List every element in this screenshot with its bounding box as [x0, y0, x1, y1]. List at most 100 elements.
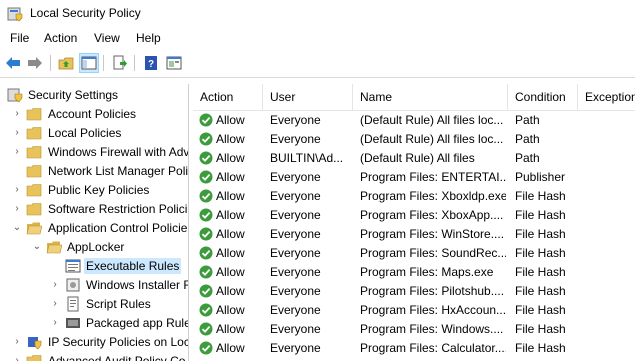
back-icon [6, 57, 20, 69]
toolbar-separator [50, 55, 51, 71]
chevron-right-icon[interactable]: › [12, 184, 22, 196]
table-row[interactable]: Allow Everyone Program Files: XboxApp.... F… [193, 206, 635, 225]
forward-button[interactable] [25, 53, 45, 73]
tree-item-application-control[interactable]: ⌄ Application Control Policie [0, 219, 188, 237]
condition-cell: File Hash [515, 208, 566, 222]
name-cell: Program Files: Maps.exe [360, 265, 494, 279]
name-cell: Program Files: XboxApp.... [360, 208, 504, 222]
table-row[interactable]: Allow Everyone Program Files: ENTERTAI... P… [193, 168, 635, 187]
table-row[interactable]: Allow Everyone Program Files: Xboxldp.exe F… [193, 187, 635, 206]
user-cell: Everyone [270, 246, 321, 260]
table-row[interactable]: Allow Everyone Program Files: Calculator..… [193, 339, 635, 358]
column-header-user[interactable]: User [263, 84, 353, 110]
tree-label: Security Settings [28, 88, 119, 102]
allow-check-icon [199, 303, 213, 317]
tree-item-windows-installer-rules[interactable]: › Windows Installer R [0, 276, 188, 294]
table-row[interactable]: Allow Everyone Program Files: SoundRec....… [193, 244, 635, 263]
column-header-name[interactable]: Name [353, 84, 508, 110]
folder-icon [26, 355, 42, 361]
action-cell: Allow [216, 227, 245, 241]
tree-item-ip-security-policies[interactable]: › IP Security Policies on Loc [0, 333, 188, 351]
user-cell: Everyone [270, 265, 321, 279]
tree-label: Local Policies [48, 126, 122, 140]
chevron-right-icon[interactable]: › [50, 279, 60, 291]
condition-cell: File Hash [515, 265, 566, 279]
action-cell: Allow [216, 132, 245, 146]
chevron-right-icon[interactable]: › [12, 108, 22, 120]
tree-item-local-policies[interactable]: › Local Policies [0, 124, 188, 142]
menu-view[interactable]: View [94, 31, 120, 45]
chevron-down-icon[interactable]: ⌄ [32, 241, 42, 253]
menu-file[interactable]: File [10, 31, 29, 45]
tree-item-advanced-audit-policy[interactable]: › Advanced Audit Policy Co [0, 352, 188, 361]
back-button[interactable] [3, 53, 23, 73]
chevron-right-icon[interactable]: › [50, 298, 60, 310]
chevron-right-icon[interactable]: › [12, 146, 22, 158]
condition-cell: Path [515, 151, 540, 165]
show-hide-tree-icon [81, 56, 97, 70]
export-list-button[interactable] [110, 53, 130, 73]
tree-item-executable-rules[interactable]: Executable Rules [0, 257, 188, 275]
folder-icon [26, 184, 42, 197]
action-cell: Allow [216, 341, 245, 355]
ip-security-icon [28, 337, 42, 350]
tree-item-software-restriction[interactable]: › Software Restriction Polici [0, 200, 188, 218]
tree-label: IP Security Policies on Loc [48, 335, 189, 349]
window-title: Local Security Policy [30, 6, 141, 20]
folder-icon [26, 127, 42, 140]
tree-item-network-list-manager[interactable]: Network List Manager Poli [0, 162, 188, 180]
export-list-icon [113, 55, 127, 70]
column-header-condition[interactable]: Condition [508, 84, 578, 110]
condition-cell: Path [515, 113, 540, 127]
table-row[interactable]: Allow Everyone Program Files: HxAccoun....… [193, 301, 635, 320]
help-icon: ? [145, 56, 157, 70]
table-row[interactable]: Allow Everyone Program Files: Windows.... F… [193, 320, 635, 339]
allow-check-icon [199, 341, 213, 355]
action-cell: Allow [216, 208, 245, 222]
tree-label: Windows Firewall with Adv [48, 145, 189, 159]
rules-list: Action User Name Condition Exception All… [193, 84, 635, 361]
chevron-down-icon[interactable]: ⌄ [12, 222, 22, 234]
chevron-right-icon[interactable]: › [12, 336, 22, 348]
condition-cell: File Hash [515, 227, 566, 241]
chevron-right-icon[interactable]: › [12, 355, 22, 361]
tree-item-packaged-app-rules[interactable]: › Packaged app Rule [0, 314, 188, 332]
action-cell: Allow [216, 151, 245, 165]
security-policy-app-icon [7, 7, 23, 22]
tree-item-public-key-policies[interactable]: › Public Key Policies [0, 181, 188, 199]
toolbar: ? [0, 50, 635, 78]
table-row[interactable]: Allow BUILTIN\Ad... (Default Rule) All fil… [193, 149, 635, 168]
tree-label: AppLocker [67, 240, 125, 254]
column-header-exception[interactable]: Exception [578, 84, 635, 110]
action-cell: Allow [216, 113, 245, 127]
tree-item-account-policies[interactable]: › Account Policies [0, 105, 188, 123]
table-row[interactable]: Allow Everyone Program Files: Pilotshub...… [193, 282, 635, 301]
chevron-right-icon[interactable]: › [50, 317, 60, 329]
tree-item-script-rules[interactable]: › Script Rules [0, 295, 188, 313]
table-row[interactable]: Allow Everyone Program Files: WinStore....… [193, 225, 635, 244]
user-cell: Everyone [270, 208, 321, 222]
table-row[interactable]: Allow Everyone Program Files: Maps.exe File… [193, 263, 635, 282]
tree-item-windows-firewall[interactable]: › Windows Firewall with Adv [0, 143, 188, 161]
show-hide-tree-button[interactable] [79, 53, 99, 73]
user-cell: Everyone [270, 113, 321, 127]
table-row[interactable]: Allow Everyone (Default Rule) All files lo… [193, 130, 635, 149]
user-cell: Everyone [270, 284, 321, 298]
tree-label: Advanced Audit Policy Co [48, 354, 186, 361]
column-header-action[interactable]: Action [193, 84, 263, 110]
name-cell: Program Files: Pilotshub.... [360, 284, 505, 298]
menu-action[interactable]: Action [44, 31, 77, 45]
toolbar-separator [134, 55, 135, 71]
properties-button[interactable] [164, 53, 184, 73]
tree-label: Account Policies [48, 107, 137, 121]
tree-item-security-settings[interactable]: Security Settings [0, 86, 188, 104]
tree-item-applocker[interactable]: ⌄ AppLocker [0, 238, 188, 256]
allow-check-icon [199, 322, 213, 336]
up-one-level-button[interactable] [56, 53, 76, 73]
help-button[interactable]: ? [141, 53, 161, 73]
menu-help[interactable]: Help [136, 31, 161, 45]
chevron-right-icon[interactable]: › [12, 203, 22, 215]
table-row[interactable]: Allow Everyone (Default Rule) All files lo… [193, 111, 635, 130]
list-header: Action User Name Condition Exception [193, 84, 635, 111]
chevron-right-icon[interactable]: › [12, 127, 22, 139]
